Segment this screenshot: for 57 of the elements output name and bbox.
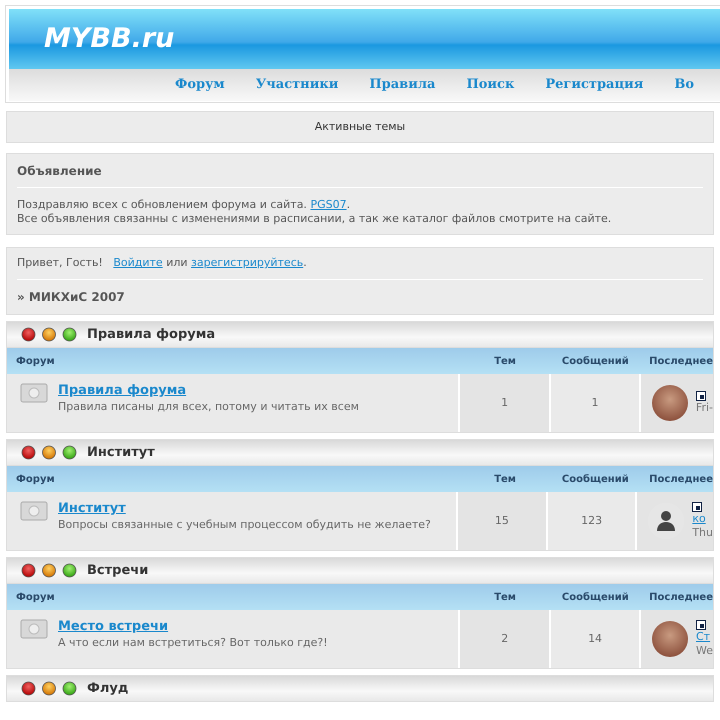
column-header: Последнее	[648, 472, 713, 486]
avatar-photo-placeholder	[652, 385, 688, 421]
nav-link[interactable]: Поиск	[466, 75, 514, 95]
table-cell: 2	[460, 610, 552, 668]
forum-link[interactable]: Институт	[58, 501, 431, 517]
register-link[interactable]: зарегистрируйтесь	[191, 255, 304, 272]
forum-status-icon	[20, 501, 48, 523]
forum-description: Вопросы связанные с учебным процессом обудить не желаете?	[58, 517, 431, 533]
avatar-photo-placeholder	[652, 621, 688, 657]
login-link[interactable]: Войдите	[113, 255, 163, 272]
breadcrumb: » МИКХиС 2007	[17, 289, 126, 306]
announcement-link[interactable]: PGS07	[310, 198, 347, 211]
table-cell: 15	[458, 492, 548, 550]
author-link[interactable]: Ст	[696, 630, 713, 644]
nav-link[interactable]: Форум	[175, 75, 225, 95]
column-header: Форум	[15, 354, 56, 368]
table-cell: 1	[460, 374, 552, 432]
post-date: Fri-	[696, 401, 713, 415]
column-header: Последнее	[648, 354, 713, 368]
forum-link[interactable]: Правила форума	[58, 383, 359, 399]
active-topics-link[interactable]: Активные темы	[314, 118, 406, 136]
post-date: We	[696, 644, 713, 658]
column-header: Сообщений	[560, 472, 630, 486]
column-header: Сообщений	[560, 590, 630, 604]
nav-link[interactable]: Во	[674, 75, 694, 95]
last-post-icon	[692, 502, 702, 512]
column-header: Сообщений	[560, 354, 630, 368]
forum-status-icon	[20, 383, 48, 405]
column-header: Форум	[15, 590, 56, 604]
site-logo[interactable]: MYBB.ru	[44, 18, 174, 60]
nav-link[interactable]: Правила	[369, 75, 436, 95]
window-control-icons	[21, 681, 77, 696]
category-title: Правила форума	[87, 326, 216, 344]
forum-description: А что если нам встретиться? Вот только где?!	[58, 635, 328, 651]
nav-link[interactable]: Регистрация	[545, 75, 644, 95]
post-date: Thu	[692, 526, 713, 540]
column-header: Тем	[493, 472, 517, 486]
column-header: Тем	[493, 590, 517, 604]
window-control-icons	[21, 327, 77, 342]
column-header: Тем	[493, 354, 517, 368]
column-header: Форум	[15, 472, 56, 486]
welcome-text: Привет, Гость! Войдите или зарегистрируйтесь.	[17, 248, 703, 280]
nav-link[interactable]: Участники	[256, 75, 338, 95]
category-title: Встречи	[87, 562, 148, 580]
category-title: Институт	[87, 444, 155, 462]
window-control-icons	[21, 445, 77, 460]
forum-link[interactable]: Место встречи	[58, 619, 328, 635]
window-control-icons	[21, 563, 77, 578]
announcement-title: Объявление	[17, 154, 703, 188]
forum-status-icon	[20, 619, 48, 641]
author-link[interactable]: ко	[692, 512, 713, 526]
forum-description: Правила писаны для всех, потому и читать их всем	[58, 399, 359, 415]
last-post-icon	[696, 620, 706, 630]
announcement-text: Поздравляю всех с обновлением форума и сайта. PGS07. Все объявления связанны с изменениями в расписании, а так же каталог файлов смотрите на сайте.	[17, 197, 612, 226]
category-title: Флуд	[87, 680, 128, 698]
last-post-icon	[696, 391, 706, 401]
column-header: Последнее	[648, 590, 713, 604]
